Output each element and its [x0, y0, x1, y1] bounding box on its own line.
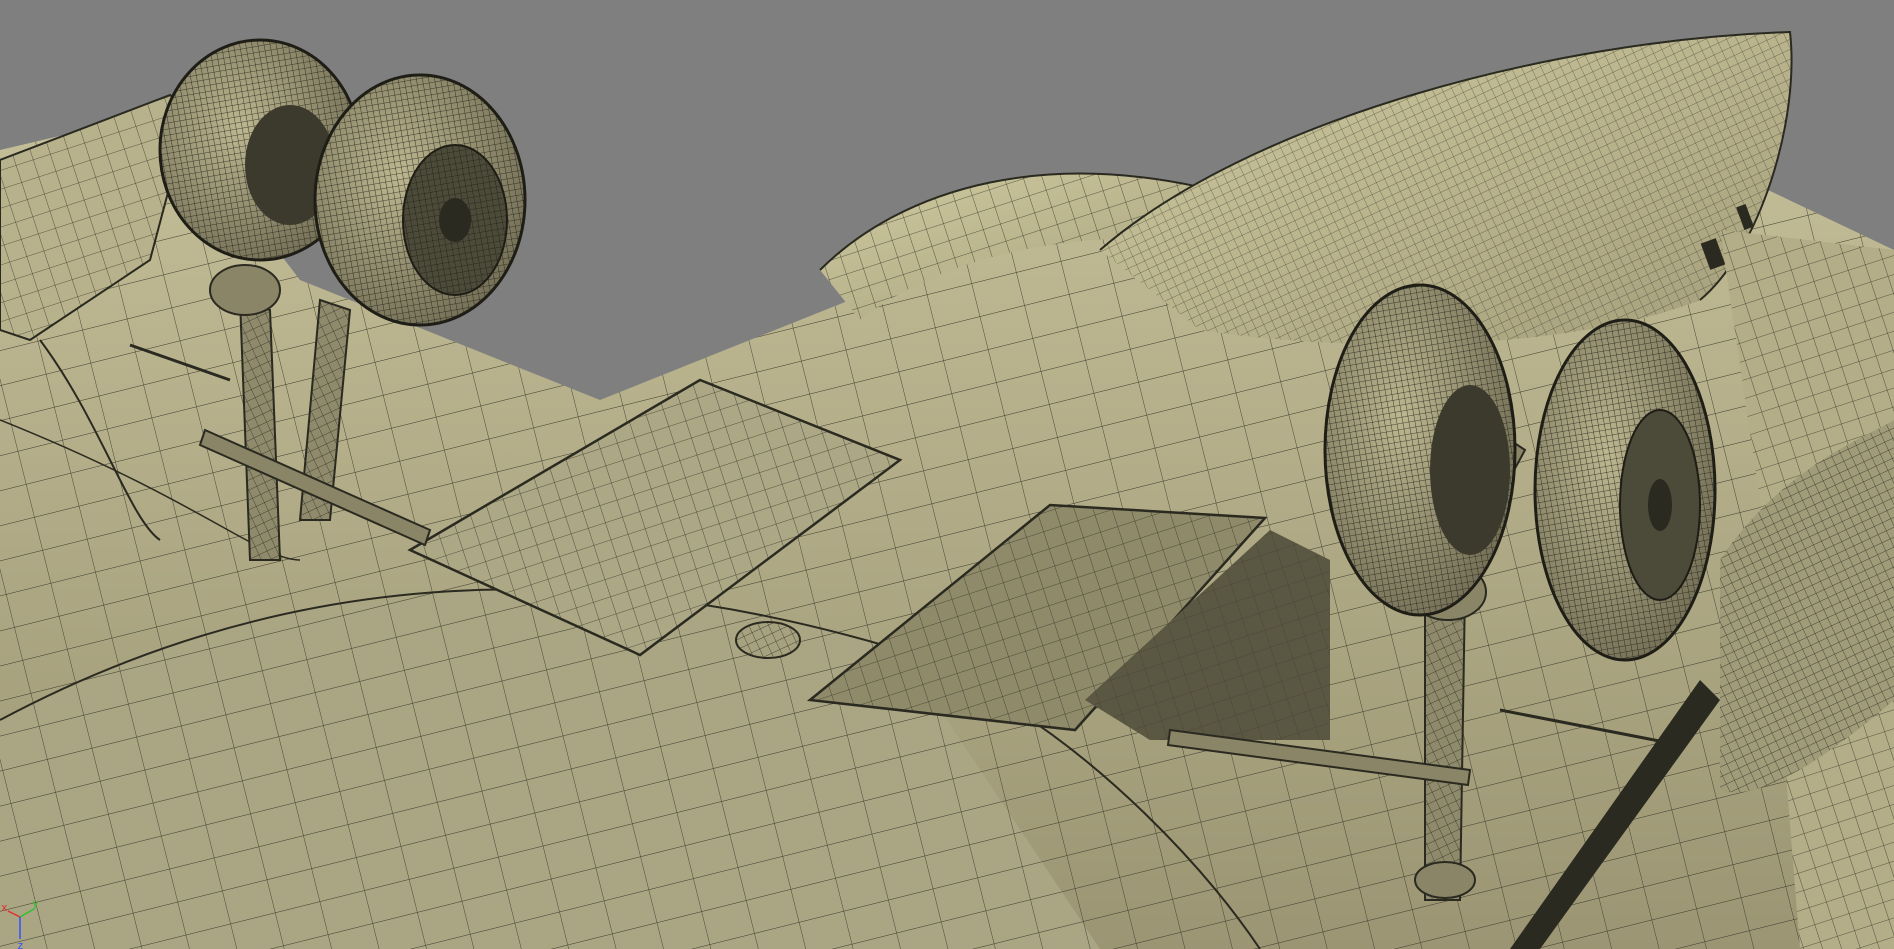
x-axis-line: [7, 910, 21, 918]
y-axis-label: y: [32, 897, 39, 910]
y-axis-line: [19, 908, 35, 918]
x-axis-label: x: [1, 901, 8, 914]
axis-gizmo: x y z: [1, 897, 39, 949]
aircraft-underside-model[interactable]: [0, 0, 1894, 949]
antenna-bump: [735, 621, 801, 659]
3d-viewport[interactable]: x y z: [0, 0, 1894, 949]
z-axis-label: z: [17, 939, 24, 949]
